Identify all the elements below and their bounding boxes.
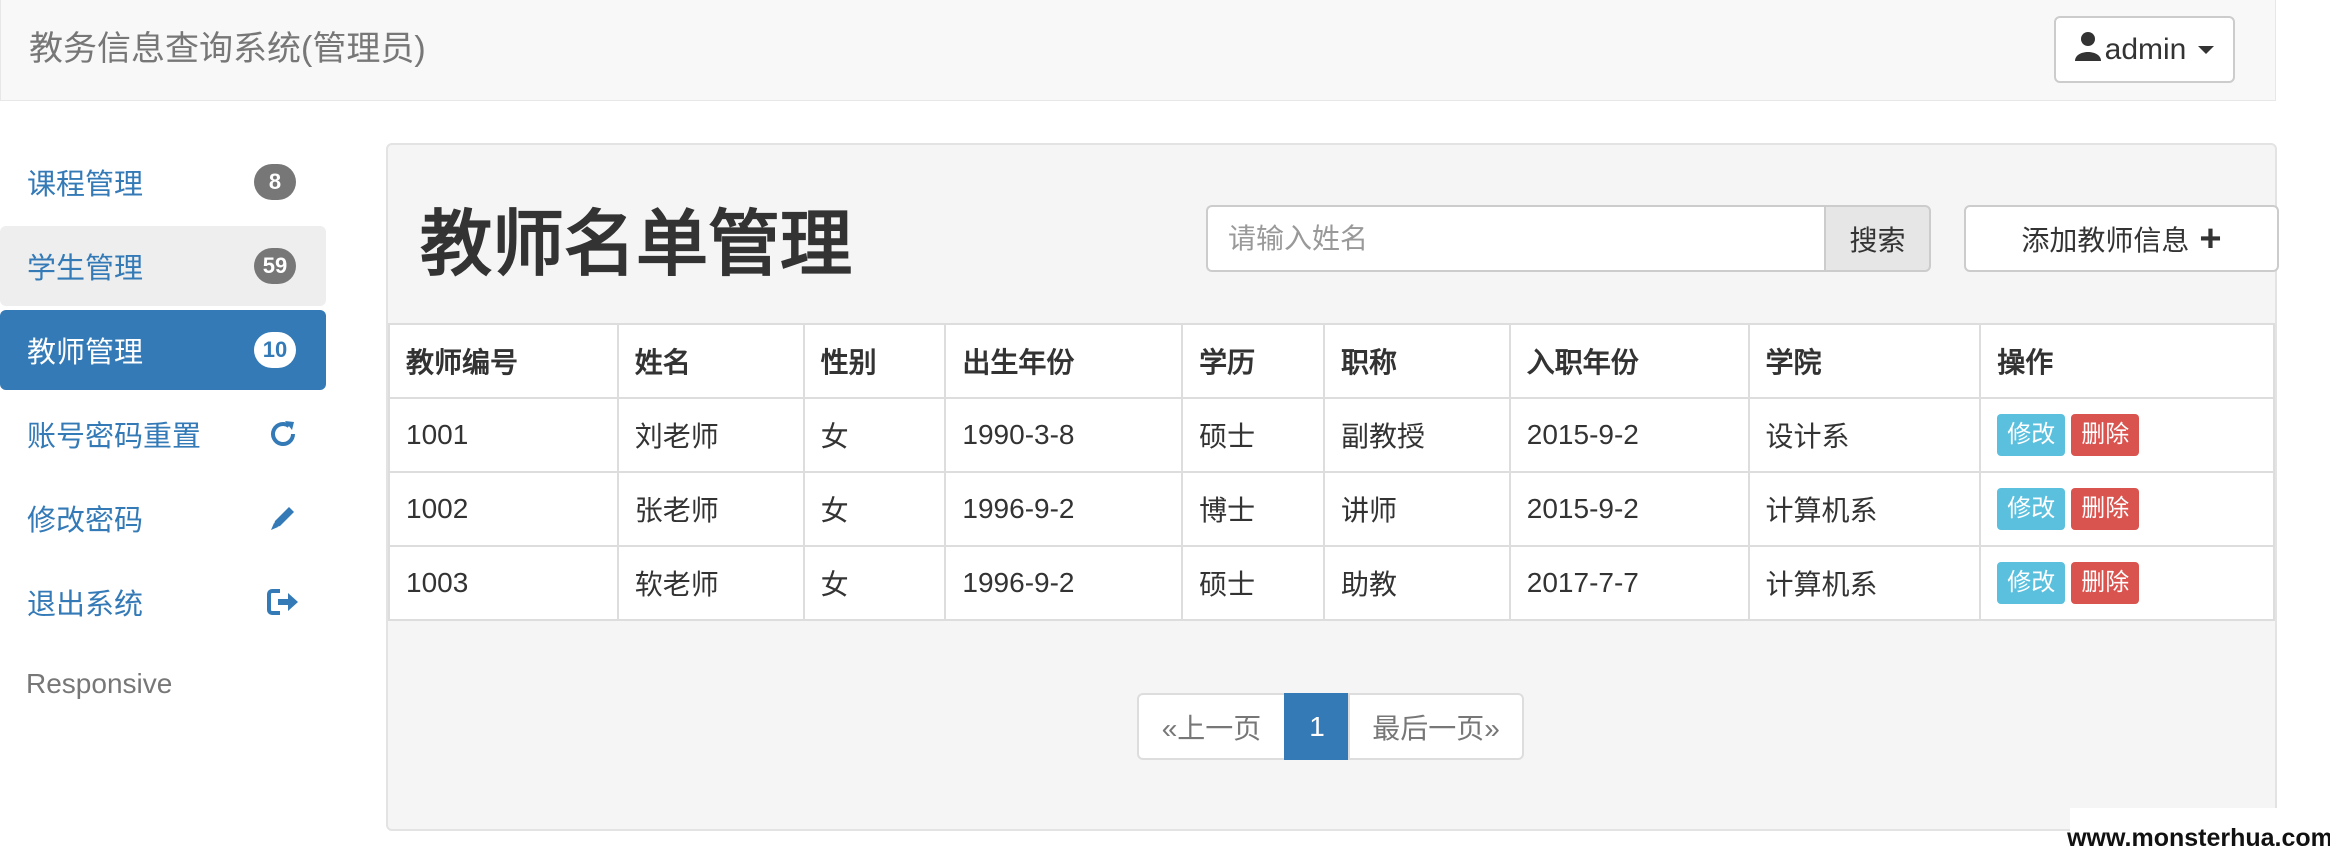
column-header: 出生年份: [944, 323, 1184, 399]
sidebar-item-label: 课程管理: [27, 169, 144, 201]
delete-button[interactable]: 删除: [2071, 488, 2140, 530]
table-cell: 软老师: [616, 545, 805, 621]
prev-page-button[interactable]: «上一页: [1137, 693, 1286, 760]
table-cell: 女: [802, 397, 947, 473]
column-header: 职称: [1322, 323, 1511, 399]
table-cell: 2017-7-7: [1508, 545, 1750, 621]
plus-icon: +: [2199, 217, 2222, 260]
sidebar-item-teachers[interactable]: 教师管理 10: [0, 310, 326, 390]
top-navbar: 教务信息查询系统(管理员) admin: [0, 0, 2276, 101]
table-cell: 设计系: [1747, 397, 1982, 473]
column-header: 学历: [1181, 323, 1325, 399]
chevron-down-icon: [2198, 45, 2215, 54]
sidebar-item-label: 退出系统: [27, 589, 144, 621]
table-cell: 女: [802, 471, 947, 547]
user-icon: [2074, 31, 2101, 69]
table-cell: 女: [802, 545, 947, 621]
watermark: www.monsterhua.com: [2067, 808, 2330, 868]
main-panel: 教师名单管理 搜索 添加教师信息 + 教师编号 姓名 性别 出生年份 学历 职称…: [386, 143, 2279, 831]
page-title: 教师名单管理: [420, 205, 853, 285]
count-badge: 59: [254, 248, 296, 284]
table-cell: 1990-3-8: [944, 397, 1184, 473]
table-cell: 刘老师: [616, 397, 805, 473]
action-cell: 修改 删除: [1979, 397, 2275, 473]
edit-button[interactable]: 修改: [1997, 562, 2066, 604]
sidebar-item-courses[interactable]: 课程管理 8: [0, 142, 326, 222]
table-cell: 1001: [388, 397, 619, 473]
table-cell: 计算机系: [1747, 471, 1982, 547]
add-teacher-button[interactable]: 添加教师信息 +: [1964, 205, 2279, 272]
column-header: 性别: [802, 323, 947, 399]
action-cell: 修改 删除: [1979, 471, 2275, 547]
count-badge: 8: [254, 164, 296, 200]
table-row: 1003 软老师 女 1996-9-2 硕士 助教 2017-7-7 计算机系 …: [388, 545, 2275, 621]
edit-button[interactable]: 修改: [1997, 414, 2066, 456]
search-group: 搜索: [1206, 205, 1931, 272]
sidebar-item-change-password[interactable]: 修改密码: [0, 478, 326, 558]
sidebar-item-label: 教师管理: [27, 337, 144, 369]
current-page-button[interactable]: 1: [1284, 693, 1350, 760]
sidebar-item-label: 修改密码: [27, 505, 144, 537]
table-cell: 副教授: [1322, 397, 1511, 473]
table-cell: 硕士: [1181, 397, 1325, 473]
refresh-icon: [266, 417, 300, 451]
user-name: admin: [2104, 32, 2187, 66]
table-row: 1001 刘老师 女 1990-3-8 硕士 副教授 2015-9-2 设计系 …: [388, 397, 2275, 473]
sidebar-item-reset-password[interactable]: 账号密码重置: [0, 394, 326, 474]
pencil-icon: [266, 501, 300, 535]
table-cell: 2015-9-2: [1508, 397, 1750, 473]
pagination: «上一页 1 最后一页»: [1137, 693, 1524, 760]
table-row: 1002 张老师 女 1996-9-2 博士 讲师 2015-9-2 计算机系 …: [388, 471, 2275, 547]
sidebar-item-students[interactable]: 学生管理 59: [0, 226, 326, 306]
sidebar-item-label: 账号密码重置: [27, 421, 202, 453]
last-page-button[interactable]: 最后一页»: [1348, 693, 1524, 760]
edit-button[interactable]: 修改: [1997, 488, 2066, 530]
user-menu-button[interactable]: admin: [2054, 16, 2235, 83]
add-teacher-label: 添加教师信息: [2021, 224, 2190, 256]
table-cell: 1996-9-2: [944, 471, 1184, 547]
delete-button[interactable]: 删除: [2071, 562, 2140, 604]
table-cell: 2015-9-2: [1508, 471, 1750, 547]
table-cell: 1002: [388, 471, 619, 547]
action-cell: 修改 删除: [1979, 545, 2275, 621]
table-header-row: 教师编号 姓名 性别 出生年份 学历 职称 入职年份 学院 操作: [388, 323, 2275, 399]
table-cell: 张老师: [616, 471, 805, 547]
search-button[interactable]: 搜索: [1824, 205, 1931, 272]
column-header: 入职年份: [1508, 323, 1750, 399]
delete-button[interactable]: 删除: [2071, 414, 2140, 456]
sidebar-item-logout[interactable]: 退出系统: [0, 562, 326, 642]
table-cell: 1996-9-2: [944, 545, 1184, 621]
table-cell: 1003: [388, 545, 619, 621]
sidebar-item-label: 学生管理: [27, 253, 144, 285]
table-cell: 博士: [1181, 471, 1325, 547]
table-cell: 助教: [1322, 545, 1511, 621]
column-header: 姓名: [616, 323, 805, 399]
search-input[interactable]: [1206, 205, 1824, 272]
table-cell: 计算机系: [1747, 545, 1982, 621]
table-cell: 硕士: [1181, 545, 1325, 621]
column-header: 操作: [1979, 323, 2275, 399]
teacher-table: 教师编号 姓名 性别 出生年份 学历 职称 入职年份 学院 操作 1001 刘老…: [388, 323, 2275, 621]
table-cell: 讲师: [1322, 471, 1511, 547]
logout-icon: [266, 585, 300, 619]
column-header: 教师编号: [388, 323, 619, 399]
count-badge: 10: [254, 332, 296, 368]
column-header: 学院: [1747, 323, 1982, 399]
app-title[interactable]: 教务信息查询系统(管理员): [29, 22, 426, 76]
sidebar-footer-text: Responsive: [26, 668, 173, 699]
